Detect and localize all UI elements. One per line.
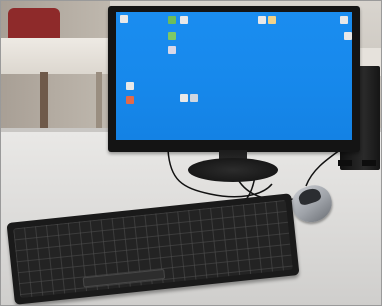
desktop-icon[interactable] bbox=[168, 32, 176, 40]
desktop-icon[interactable] bbox=[126, 96, 134, 104]
desktop-icon[interactable] bbox=[340, 16, 348, 24]
desktop-icon[interactable] bbox=[180, 94, 188, 102]
monitor bbox=[108, 6, 360, 152]
desktop-icon[interactable] bbox=[180, 16, 188, 24]
monitor-stand-base bbox=[188, 158, 278, 182]
desktop-icon[interactable] bbox=[168, 46, 176, 54]
desktop-icon[interactable] bbox=[344, 32, 352, 40]
desktop-icon[interactable] bbox=[268, 16, 276, 24]
tower-foot bbox=[338, 160, 352, 166]
office-scene-photo bbox=[0, 0, 382, 306]
desktop-icon[interactable] bbox=[126, 82, 134, 90]
desktop-icon[interactable] bbox=[258, 16, 266, 24]
desktop-icon[interactable] bbox=[190, 94, 198, 102]
tower-foot bbox=[362, 160, 376, 166]
desktop-icon[interactable] bbox=[168, 16, 176, 24]
desktop-icon[interactable] bbox=[120, 15, 128, 23]
desktop-screen bbox=[116, 12, 352, 140]
mouse-buttons bbox=[296, 186, 323, 207]
